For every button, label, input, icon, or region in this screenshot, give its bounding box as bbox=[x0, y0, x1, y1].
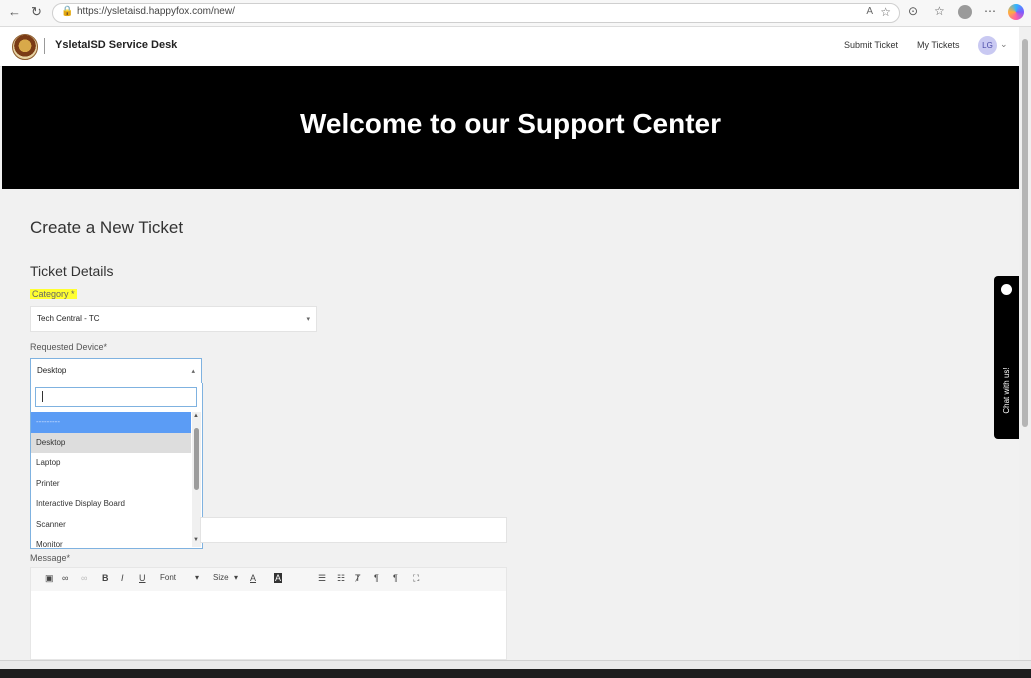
profile-icon[interactable] bbox=[958, 5, 972, 19]
copilot-icon[interactable] bbox=[1008, 4, 1024, 20]
dropdown-option[interactable]: Laptop bbox=[31, 453, 191, 474]
dropdown-options: --------- Desktop Laptop Printer Interac… bbox=[31, 412, 191, 547]
caret-down-icon: ▾ bbox=[306, 316, 310, 323]
dropdown-option[interactable]: Monitor bbox=[31, 535, 191, 547]
browser-toolbar: ← ↻ 🔒 https://ysletaisd.happyfox.com/new… bbox=[0, 0, 1031, 27]
page-scrollbar-thumb[interactable] bbox=[1022, 39, 1028, 427]
scroll-up-icon[interactable]: ▲ bbox=[193, 413, 199, 419]
dropdown-option[interactable]: Desktop bbox=[31, 432, 191, 453]
header-divider bbox=[44, 38, 45, 54]
underline-icon[interactable]: U bbox=[139, 573, 146, 583]
site-title[interactable]: YsletaISD Service Desk bbox=[55, 39, 177, 51]
hero-banner: Welcome to our Support Center bbox=[2, 66, 1019, 189]
outdent-icon[interactable]: ¶ bbox=[374, 573, 379, 583]
page-scrollbar[interactable] bbox=[1019, 27, 1031, 660]
indent-icon[interactable]: ¶ bbox=[393, 573, 398, 583]
category-select[interactable]: Tech Central - TC ▾ bbox=[30, 306, 317, 332]
remove-format-icon[interactable]: Ⱦ bbox=[355, 573, 361, 583]
submit-ticket-link[interactable]: Submit Ticket bbox=[844, 40, 898, 50]
scrollbar-thumb[interactable] bbox=[194, 428, 199, 490]
message-editor[interactable] bbox=[30, 591, 507, 660]
district-logo[interactable] bbox=[12, 34, 38, 60]
bold-icon[interactable]: B bbox=[102, 573, 109, 583]
chat-bubble-icon bbox=[1001, 284, 1012, 295]
address-bar[interactable]: 🔒 https://ysletaisd.happyfox.com/new/ A … bbox=[52, 3, 900, 23]
hero-title: Welcome to our Support Center bbox=[299, 108, 722, 139]
text-color-icon[interactable]: A bbox=[250, 573, 256, 583]
font-caret-icon[interactable]: ▾ bbox=[195, 573, 199, 582]
chat-label: Chat with us! bbox=[1002, 367, 1011, 414]
lock-icon: 🔒 bbox=[61, 6, 74, 17]
category-label-text: Category * bbox=[30, 289, 77, 299]
size-caret-icon[interactable]: ▾ bbox=[234, 573, 238, 582]
numbered-list-icon[interactable]: ☷ bbox=[337, 573, 345, 584]
background-color-icon[interactable]: A bbox=[274, 573, 283, 583]
favorites-icon[interactable]: ☆ bbox=[934, 4, 945, 18]
chat-widget-tab[interactable]: Chat with us! bbox=[994, 276, 1019, 439]
caret-up-icon: ▴ bbox=[191, 368, 195, 375]
taskbar bbox=[0, 669, 1031, 678]
my-tickets-link[interactable]: My Tickets bbox=[917, 40, 960, 50]
device-select[interactable]: Desktop ▴ bbox=[30, 358, 202, 384]
dropdown-option[interactable]: Interactive Display Board bbox=[31, 494, 191, 515]
maximize-icon[interactable]: ⛶ bbox=[413, 573, 419, 584]
editor-toolbar: ▣ ∞ ∞ B I U Font ▾ Size ▾ A A ☰ ☷ Ⱦ ¶ ¶ … bbox=[30, 567, 507, 592]
user-avatar[interactable]: LG bbox=[978, 36, 997, 55]
device-value: Desktop bbox=[37, 366, 67, 375]
dropdown-option[interactable]: Printer bbox=[31, 474, 191, 495]
device-dropdown: --------- Desktop Laptop Printer Interac… bbox=[30, 383, 203, 549]
unlink-icon[interactable]: ∞ bbox=[81, 573, 87, 583]
more-options-icon[interactable]: ⋯ bbox=[984, 4, 996, 18]
page-title: Create a New Ticket bbox=[30, 218, 184, 237]
scroll-down-icon[interactable]: ▼ bbox=[193, 537, 199, 543]
dropdown-option[interactable]: --------- bbox=[31, 412, 191, 433]
bulleted-list-icon[interactable]: ☰ bbox=[318, 573, 326, 584]
font-select[interactable]: Font bbox=[160, 573, 176, 582]
refresh-icon[interactable]: ↻ bbox=[31, 4, 42, 20]
section-title: Ticket Details bbox=[30, 263, 114, 279]
link-icon[interactable]: ∞ bbox=[62, 573, 68, 583]
read-aloud-icon[interactable]: A bbox=[866, 6, 873, 17]
italic-icon[interactable]: I bbox=[121, 573, 124, 583]
size-select[interactable]: Size bbox=[213, 573, 229, 582]
extensions-icon[interactable]: ⊙ bbox=[908, 4, 918, 18]
dropdown-search-input[interactable] bbox=[35, 387, 197, 407]
category-value: Tech Central - TC bbox=[37, 314, 100, 323]
back-icon[interactable]: ← bbox=[8, 4, 21, 19]
favorite-star-icon[interactable]: ☆ bbox=[880, 5, 891, 19]
subject-input[interactable] bbox=[200, 517, 507, 543]
category-label: Category * bbox=[30, 289, 77, 299]
device-label: Requested Device* bbox=[30, 342, 108, 352]
image-icon[interactable]: ▣ bbox=[45, 573, 54, 584]
address-url: https://ysletaisd.happyfox.com/new/ bbox=[77, 6, 235, 17]
dropdown-option[interactable]: Scanner bbox=[31, 515, 191, 536]
text-cursor bbox=[42, 391, 43, 402]
chevron-down-icon[interactable]: ⌄ bbox=[1000, 39, 1008, 50]
message-label: Message* bbox=[30, 553, 71, 563]
site-header: YsletaISD Service Desk Submit Ticket My … bbox=[0, 27, 1019, 67]
